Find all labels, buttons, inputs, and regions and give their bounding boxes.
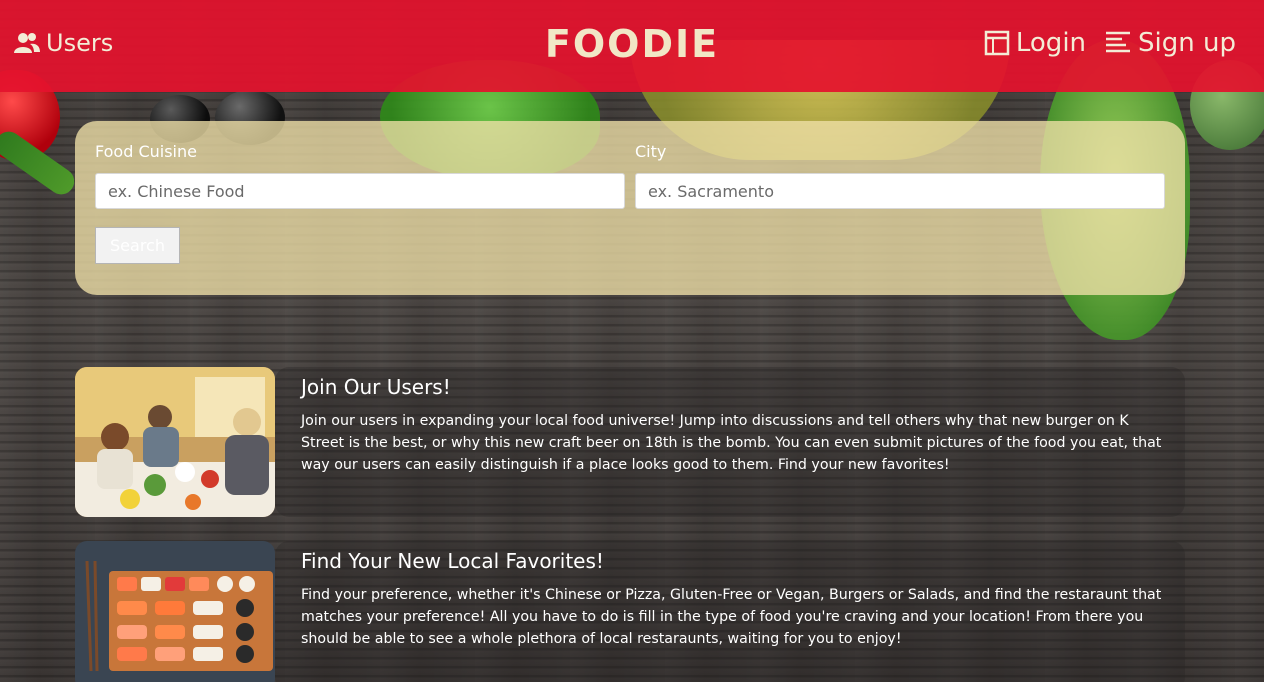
card-text: Join our users in expanding your local f… bbox=[301, 413, 1162, 473]
card-text: Find your preference, whether it's Chine… bbox=[301, 587, 1162, 647]
login-link[interactable]: Login bbox=[984, 28, 1086, 58]
info-card: Join Our Users! Join our users in expand… bbox=[75, 367, 1185, 517]
city-label: City bbox=[635, 142, 667, 161]
search-button[interactable]: Search bbox=[95, 227, 180, 264]
login-label: Login bbox=[1015, 28, 1087, 58]
nav-right: Login Sign up bbox=[984, 28, 1236, 58]
signup-label: Sign up bbox=[1138, 28, 1236, 58]
card-title: Join Our Users! bbox=[301, 375, 451, 399]
zucchini-decoration bbox=[0, 126, 80, 200]
search-panel: Food Cuisine City Search bbox=[75, 121, 1185, 295]
cuisine-label: Food Cuisine bbox=[95, 142, 197, 161]
list-icon bbox=[1104, 29, 1132, 57]
cuisine-input[interactable] bbox=[95, 173, 625, 209]
family-dinner-photo bbox=[75, 367, 275, 517]
navbar: Users FOODIE Login Sign up bbox=[0, 0, 1264, 92]
info-card: Find Your New Local Favorites! Find your… bbox=[75, 541, 1185, 682]
card-title: Find Your New Local Favorites! bbox=[301, 549, 604, 573]
signup-link[interactable]: Sign up bbox=[1104, 28, 1236, 58]
sushi-platter-photo bbox=[75, 541, 275, 682]
window-icon bbox=[984, 30, 1010, 56]
city-input[interactable] bbox=[635, 173, 1165, 209]
